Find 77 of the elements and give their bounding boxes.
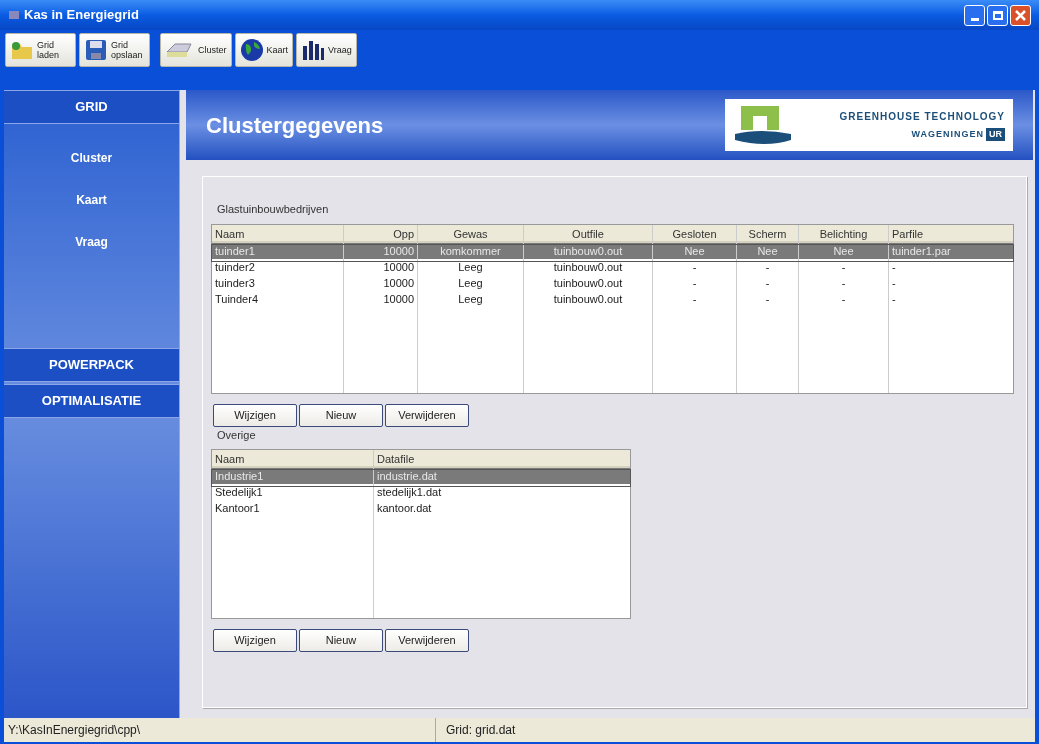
column-header[interactable]: Gesloten xyxy=(653,224,736,243)
table-cell-text: 10000 xyxy=(382,291,415,307)
toolbar-button[interactable]: Grid opslaan xyxy=(79,33,150,67)
status-text: Grid: grid.dat xyxy=(445,722,517,739)
toolbar-button[interactable]: Cluster xyxy=(160,33,232,67)
sidebar-item[interactable]: Kaart xyxy=(76,180,107,220)
action-button[interactable]: Verwijderen xyxy=(385,403,469,427)
toolbar-button[interactable]: Kaart xyxy=(234,33,294,67)
sidebar-item[interactable]: Cluster xyxy=(70,138,113,178)
table-cell-text: Kantoor1 xyxy=(214,501,261,516)
table-cell-text: 10000 xyxy=(382,259,415,275)
column-header[interactable]: Datafile xyxy=(374,450,630,468)
column-header[interactable]: Parfile xyxy=(889,224,1013,243)
sidebar-item[interactable]: Vraag xyxy=(75,222,108,262)
table-cell-text: tuinbouw0.out xyxy=(552,259,624,275)
group-label: Overige xyxy=(216,427,257,443)
toolbar-button[interactable]: Vraag xyxy=(296,33,357,67)
action-button[interactable]: Wijzigen xyxy=(213,403,297,427)
window-title: Kas in Energiegrid xyxy=(24,6,139,25)
table-cell-text: Leeg xyxy=(457,291,484,307)
column-header[interactable]: Gewas xyxy=(418,224,523,243)
globe-icon xyxy=(239,38,264,62)
column-header[interactable]: Naam xyxy=(212,224,343,243)
table-cell-text: Tuinder4 xyxy=(214,291,259,307)
table-cell-text: - xyxy=(764,275,771,291)
table-cell-text: - xyxy=(891,259,897,275)
action-button[interactable]: Verwijderen xyxy=(385,629,469,652)
minimize-icon xyxy=(970,17,979,21)
close-icon xyxy=(1015,9,1026,21)
page-title: Clustergegevens xyxy=(206,111,384,140)
group-label: Glastuinbouwbedrijven xyxy=(216,202,330,217)
table-cell-text: - xyxy=(840,259,847,275)
close-button[interactable] xyxy=(1010,4,1031,26)
greenhouse-icon xyxy=(165,40,195,60)
table-cell-text: - xyxy=(691,259,698,275)
app-icon xyxy=(8,9,20,21)
action-button[interactable]: Nieuw xyxy=(299,403,383,427)
table-cell: Industrie1 xyxy=(212,468,373,484)
table-cell-text: - xyxy=(691,275,698,291)
logo-text: GREENHOUSE TECHNOLOGY xyxy=(839,109,1005,124)
action-button[interactable]: Nieuw xyxy=(299,629,383,652)
status-text: Y:\KasInEnergiegrid\cpp\ xyxy=(4,718,436,742)
sidebar-section-header[interactable]: GRID xyxy=(4,90,179,124)
table-cell-text: - xyxy=(840,275,847,291)
table-cell-text: tuinbouw0.out xyxy=(552,291,624,307)
table-cell-text: - xyxy=(691,291,698,307)
table-cell-text: - xyxy=(891,275,897,291)
table-cell-text: Leeg xyxy=(457,275,484,291)
column-header[interactable]: Outfile xyxy=(524,224,652,243)
table-cell-text: - xyxy=(891,291,897,307)
table-cell-text: tuinbouw0.out xyxy=(552,275,624,291)
logo-text: WAGENINGEN xyxy=(911,127,984,141)
greenhouse-logo-icon xyxy=(733,104,793,146)
table-cell-text: tuinder3 xyxy=(214,275,256,291)
minimize-button[interactable] xyxy=(964,4,985,26)
table-cell-text: stedelijk1.dat xyxy=(376,485,443,500)
column-header[interactable]: Scherm xyxy=(737,224,798,243)
table-cell-text: - xyxy=(764,259,771,275)
table-cell-text: - xyxy=(764,291,771,307)
table-cell-text: tuinder2 xyxy=(214,259,256,275)
maximize-icon xyxy=(992,10,1003,20)
action-button[interactable]: Wijzigen xyxy=(213,629,297,652)
table-cell-text: kantoor.dat xyxy=(376,501,433,516)
table-cell-text: Leeg xyxy=(457,259,484,275)
table-cell-text: - xyxy=(840,291,847,307)
table-cell-text: Stedelijk1 xyxy=(214,485,264,500)
maximize-button[interactable] xyxy=(987,4,1008,26)
logo-badge: UR xyxy=(986,127,1005,142)
column-header[interactable]: Opp xyxy=(344,224,417,243)
table-cell: industrie.dat xyxy=(374,468,630,484)
column-header[interactable]: Naam xyxy=(212,450,373,468)
sidebar-section-header[interactable]: OPTIMALISATIE xyxy=(4,384,179,418)
toolbar-button[interactable]: Grid laden xyxy=(5,33,76,67)
bar-chart-icon xyxy=(301,38,326,62)
table-cell-text: 10000 xyxy=(382,275,415,291)
sidebar-section-header[interactable]: POWERPACK xyxy=(4,348,179,382)
column-header[interactable]: Belichting xyxy=(799,224,888,243)
